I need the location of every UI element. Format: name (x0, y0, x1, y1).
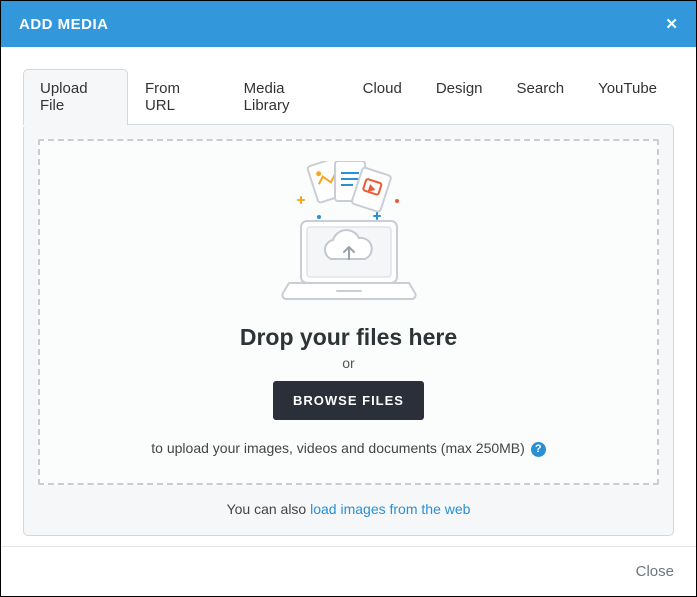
tab-label: Media Library (244, 80, 290, 114)
dropzone-or: or (50, 355, 647, 371)
tab-label: Upload File (40, 80, 88, 114)
close-icon[interactable]: ✕ (665, 15, 678, 33)
upload-panel: Drop your files here or BROWSE FILES to … (23, 124, 674, 536)
help-icon[interactable]: ? (531, 442, 546, 457)
also-text: You can also load images from the web (38, 501, 659, 517)
tab-label: From URL (145, 80, 180, 114)
modal-title: ADD MEDIA (19, 16, 109, 33)
load-from-web-link[interactable]: load images from the web (310, 501, 470, 517)
dropzone[interactable]: Drop your files here or BROWSE FILES to … (38, 139, 659, 485)
tab-upload-file[interactable]: Upload File (23, 69, 128, 125)
tab-label: Design (436, 80, 483, 97)
modal-footer: Close (1, 546, 696, 596)
upload-hint-text: to upload your images, videos and docume… (151, 440, 525, 456)
tabs: Upload File From URL Media Library Cloud… (23, 69, 674, 125)
modal-header: ADD MEDIA ✕ (1, 1, 696, 47)
tab-youtube[interactable]: YouTube (581, 69, 674, 125)
modal-body: Upload File From URL Media Library Cloud… (1, 47, 696, 546)
tab-media-library[interactable]: Media Library (227, 69, 346, 125)
upload-illustration-icon (249, 161, 449, 316)
tab-label: YouTube (598, 80, 657, 97)
tab-label: Cloud (363, 80, 402, 97)
close-button[interactable]: Close (636, 563, 674, 580)
add-media-modal: ADD MEDIA ✕ Upload File From URL Media L… (0, 0, 697, 597)
upload-hint: to upload your images, videos and docume… (50, 440, 647, 457)
dropzone-title: Drop your files here (50, 324, 647, 351)
also-prefix: You can also (227, 501, 311, 517)
tab-cloud[interactable]: Cloud (346, 69, 419, 125)
tab-from-url[interactable]: From URL (128, 69, 227, 125)
tab-design[interactable]: Design (419, 69, 500, 125)
tab-label: Search (517, 80, 565, 97)
tab-search[interactable]: Search (500, 69, 582, 125)
browse-files-button[interactable]: BROWSE FILES (273, 381, 424, 420)
